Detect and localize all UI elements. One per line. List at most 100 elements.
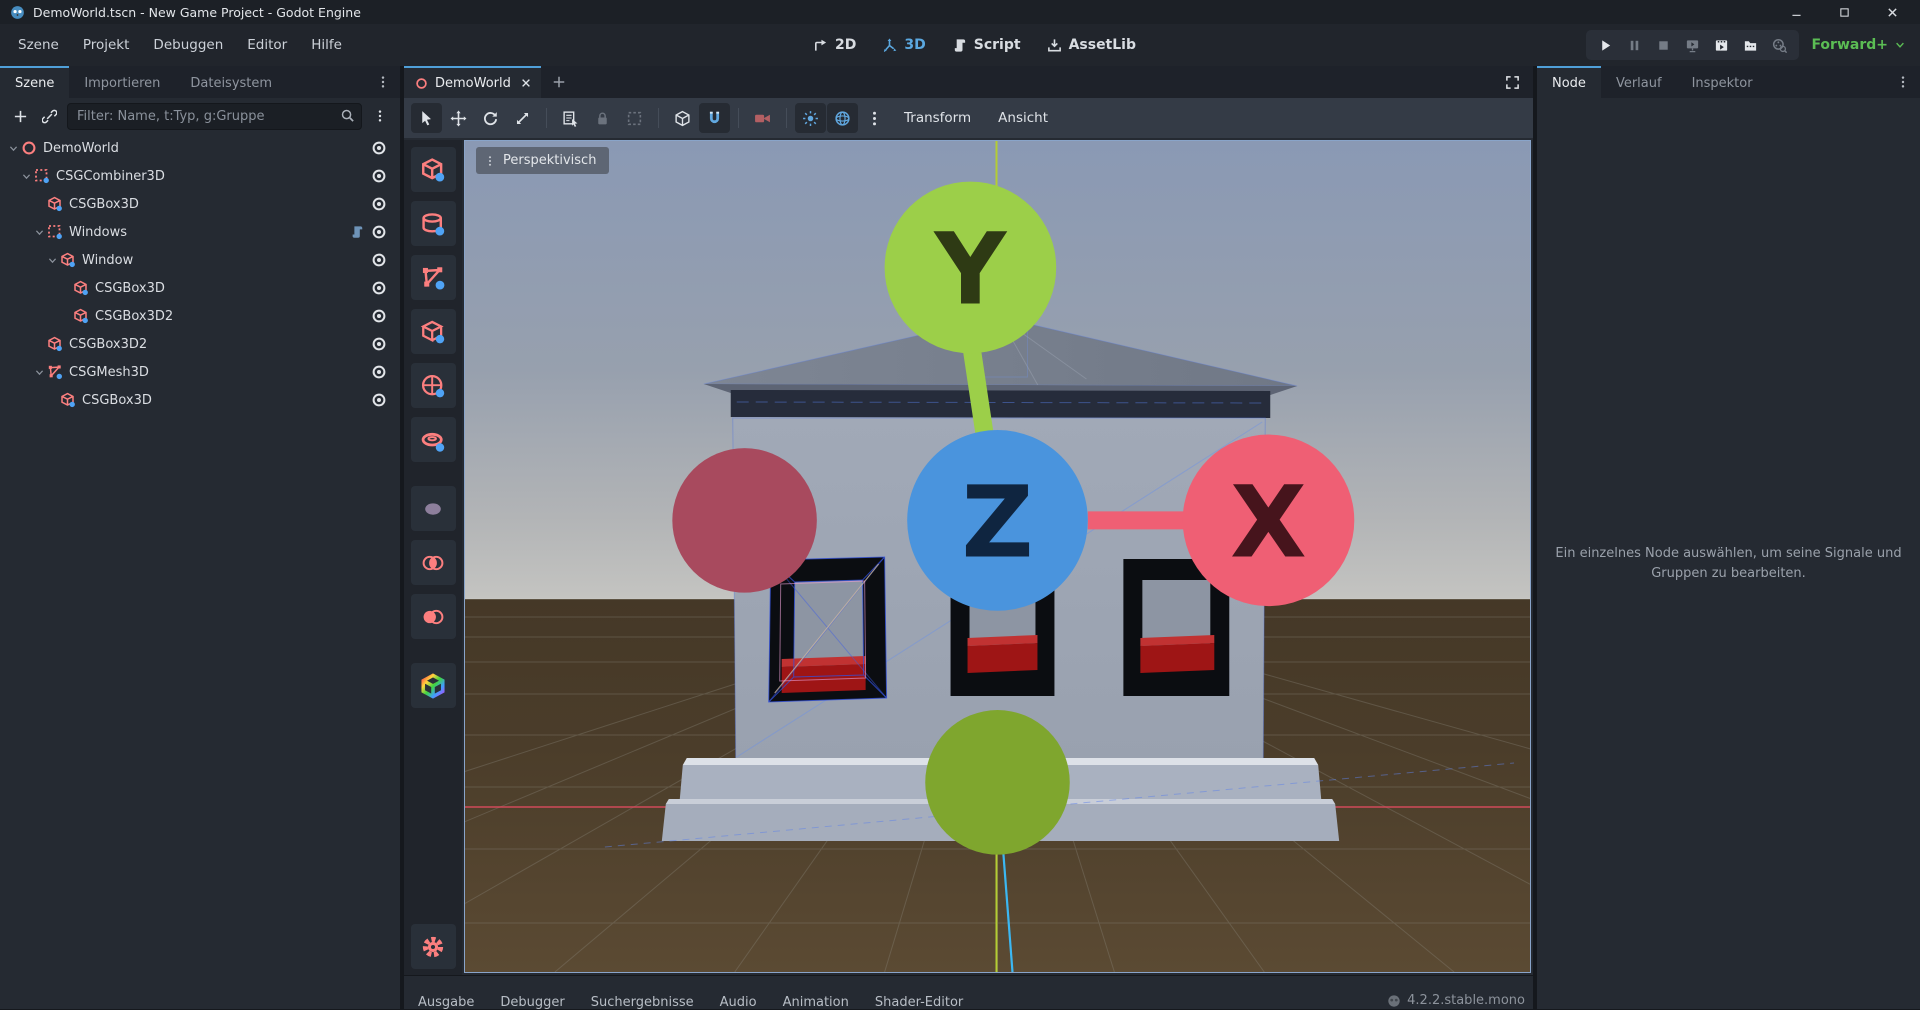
menu-hilfe[interactable]: Hilfe bbox=[299, 31, 354, 59]
csg-torus-button[interactable] bbox=[411, 417, 456, 462]
bottom-panel-ausgabe[interactable]: Ausgabe bbox=[405, 995, 487, 1010]
close-scene-tab-button[interactable] bbox=[518, 77, 532, 89]
gridmap-button[interactable] bbox=[411, 663, 456, 708]
window-maximize-button[interactable] bbox=[1830, 2, 1858, 22]
bottom-panel-shader-editor[interactable]: Shader-Editor bbox=[862, 995, 976, 1010]
left-dock-tabs-menu-button[interactable] bbox=[366, 66, 400, 98]
add-node-button[interactable] bbox=[9, 105, 31, 127]
snap-mode-button[interactable] bbox=[699, 103, 730, 133]
rotate-mode-button[interactable] bbox=[475, 103, 506, 133]
select-mode-button[interactable] bbox=[411, 103, 442, 133]
visibility-toggle[interactable] bbox=[371, 196, 387, 212]
tree-row[interactable]: Windows bbox=[0, 218, 400, 246]
tree-row[interactable]: CSGBox3D bbox=[0, 386, 400, 414]
scene-filter-input[interactable] bbox=[67, 103, 362, 130]
axis-gizmo[interactable]: Y X Z bbox=[465, 141, 1530, 972]
tree-row[interactable]: CSGBox3D2 bbox=[0, 302, 400, 330]
node3d-icon bbox=[21, 140, 37, 156]
visibility-toggle[interactable] bbox=[371, 336, 387, 352]
preview-environment-button[interactable] bbox=[827, 103, 858, 133]
scene-tree-options-button[interactable] bbox=[369, 105, 391, 127]
scale-mode-button[interactable] bbox=[507, 103, 538, 133]
csg-polygon-button[interactable] bbox=[411, 309, 456, 354]
menu-projekt[interactable]: Projekt bbox=[71, 31, 142, 59]
left-dock-tab-szene[interactable]: Szene bbox=[0, 66, 69, 98]
eye-icon bbox=[371, 140, 387, 156]
tree-expand-toggle[interactable] bbox=[45, 255, 59, 266]
tree-row[interactable]: DemoWorld bbox=[0, 134, 400, 162]
csg-operation-subtraction-button[interactable] bbox=[411, 594, 456, 639]
bottom-panel-audio[interactable]: Audio bbox=[707, 995, 770, 1010]
play-remote-debug-button[interactable] bbox=[1679, 32, 1706, 58]
attached-script-button[interactable] bbox=[350, 225, 364, 239]
window-minimize-button[interactable] bbox=[1782, 2, 1810, 22]
group-node-button[interactable] bbox=[619, 103, 650, 133]
left-dock-tab-dateisystem[interactable]: Dateisystem bbox=[175, 66, 287, 98]
workspace-2d[interactable]: 2D bbox=[813, 37, 856, 53]
csg-cylinder-button[interactable] bbox=[411, 201, 456, 246]
tree-row[interactable]: CSGBox3D bbox=[0, 274, 400, 302]
csg-sphere-button[interactable] bbox=[411, 363, 456, 408]
gizmo-neg-x[interactable] bbox=[672, 448, 817, 593]
renderer-selector[interactable]: Forward+ bbox=[1811, 37, 1906, 53]
gizmo-neg-y[interactable] bbox=[925, 710, 1070, 855]
play-current-scene-button[interactable] bbox=[1708, 32, 1735, 58]
visibility-toggle[interactable] bbox=[371, 224, 387, 240]
visibility-toggle[interactable] bbox=[371, 280, 387, 296]
viewport-menu-transform[interactable]: Transform bbox=[891, 103, 984, 133]
csg-box-button[interactable] bbox=[411, 147, 456, 192]
visibility-toggle[interactable] bbox=[371, 140, 387, 156]
movie-maker-mode-button[interactable] bbox=[1766, 32, 1793, 58]
pause-button[interactable] bbox=[1621, 32, 1648, 58]
workspace-assetlib[interactable]: AssetLib bbox=[1047, 37, 1136, 53]
tree-expand-toggle[interactable] bbox=[32, 367, 46, 378]
instance-scene-button[interactable] bbox=[38, 105, 60, 127]
workspace-script[interactable]: Script bbox=[952, 37, 1021, 53]
right-dock-tabs-menu-button[interactable] bbox=[1886, 66, 1920, 98]
tree-row[interactable]: CSGBox3D bbox=[0, 190, 400, 218]
local-space-button[interactable] bbox=[667, 103, 698, 133]
extra-view-options-button[interactable] bbox=[859, 103, 890, 133]
visibility-toggle[interactable] bbox=[371, 364, 387, 380]
camera-preview-button[interactable] bbox=[747, 103, 778, 133]
menu-debuggen[interactable]: Debuggen bbox=[141, 31, 235, 59]
scene-tab-demoworld[interactable]: DemoWorld bbox=[404, 66, 541, 98]
right-dock-tab-inspektor[interactable]: Inspektor bbox=[1677, 66, 1768, 98]
play-custom-scene-button[interactable] bbox=[1737, 32, 1764, 58]
visibility-toggle[interactable] bbox=[371, 252, 387, 268]
viewport-menu-ansicht[interactable]: Ansicht bbox=[985, 103, 1061, 133]
right-dock-tab-node[interactable]: Node bbox=[1537, 66, 1601, 98]
window-close-button[interactable] bbox=[1878, 2, 1906, 22]
bottom-panel-animation[interactable]: Animation bbox=[770, 995, 862, 1010]
visibility-toggle[interactable] bbox=[371, 308, 387, 324]
preview-sunlight-button[interactable] bbox=[795, 103, 826, 133]
tree-row[interactable]: CSGMesh3D bbox=[0, 358, 400, 386]
tree-expand-toggle[interactable] bbox=[32, 227, 46, 238]
menu-szene[interactable]: Szene bbox=[6, 31, 71, 59]
visibility-toggle[interactable] bbox=[371, 392, 387, 408]
visibility-toggle[interactable] bbox=[371, 168, 387, 184]
3d-viewport[interactable]: Perspektivisch Y X Z bbox=[464, 140, 1531, 973]
play-button[interactable] bbox=[1592, 32, 1619, 58]
bottom-panel-suchergebnisse[interactable]: Suchergebnisse bbox=[578, 995, 707, 1010]
right-dock-tab-verlauf[interactable]: Verlauf bbox=[1601, 66, 1677, 98]
left-dock-tab-importieren[interactable]: Importieren bbox=[69, 66, 175, 98]
stop-button[interactable] bbox=[1650, 32, 1677, 58]
csg-settings-button[interactable] bbox=[411, 924, 456, 969]
csg-operation-intersection-button[interactable] bbox=[411, 540, 456, 585]
tree-row[interactable]: CSGBox3D2 bbox=[0, 330, 400, 358]
menu-editor[interactable]: Editor bbox=[235, 31, 299, 59]
tree-expand-toggle[interactable] bbox=[19, 171, 33, 182]
csg-operation-union-button[interactable] bbox=[411, 486, 456, 531]
move-mode-button[interactable] bbox=[443, 103, 474, 133]
tree-row[interactable]: Window bbox=[0, 246, 400, 274]
list-select-mode-button[interactable] bbox=[555, 103, 586, 133]
csg-mesh-button[interactable] bbox=[411, 255, 456, 300]
tree-expand-toggle[interactable] bbox=[6, 143, 20, 154]
bottom-panel-debugger[interactable]: Debugger bbox=[487, 995, 577, 1010]
new-scene-tab-button[interactable] bbox=[541, 66, 577, 98]
workspace-3d[interactable]: 3D bbox=[882, 37, 925, 53]
expand-viewport-button[interactable] bbox=[1492, 66, 1533, 98]
tree-row[interactable]: CSGCombiner3D bbox=[0, 162, 400, 190]
lock-node-button[interactable] bbox=[587, 103, 618, 133]
